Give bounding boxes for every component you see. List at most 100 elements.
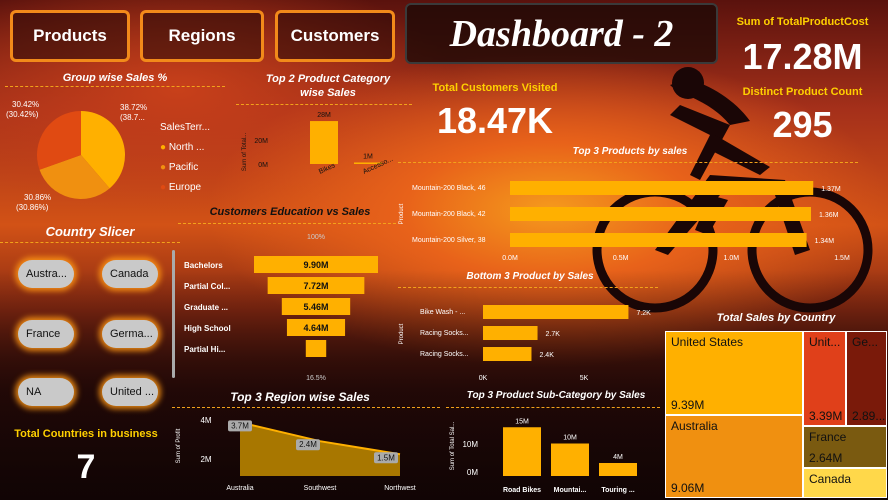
funnel-label: Bachelors bbox=[184, 261, 223, 270]
legend-label: Europe bbox=[168, 182, 202, 193]
data-label: 2.4M bbox=[299, 440, 317, 449]
pie-label-north: 38.72% bbox=[120, 103, 148, 112]
treemap-cell-canada[interactable]: Canada bbox=[803, 468, 887, 498]
bottom3-products-title: Bottom 3 Product by Sales bbox=[466, 271, 594, 282]
customers-visited-label: Total Customers Visited bbox=[432, 82, 558, 94]
x-tick: Mountai... bbox=[554, 487, 587, 494]
bar bbox=[503, 427, 541, 476]
products-nav-button[interactable]: Products bbox=[10, 10, 130, 62]
treemap-cell-united-kingdom[interactable]: Unit... 3.39M bbox=[803, 331, 846, 426]
pie-label-north-2: (38.7... bbox=[120, 113, 145, 122]
bottom3-products-chart: Product Bike Wash - ... 7.2K Racing Socks..… bbox=[399, 305, 651, 382]
slicer-scrollbar[interactable] bbox=[172, 250, 175, 378]
pie-label-pacific-2: (30.86%) bbox=[16, 203, 49, 212]
x-tick: Australia bbox=[226, 485, 253, 492]
group-sales-title: Group wise Sales % bbox=[62, 72, 168, 84]
country-slicer-item[interactable]: Canada bbox=[102, 260, 158, 288]
country-slicer-item[interactable]: France bbox=[18, 320, 74, 348]
bar bbox=[310, 121, 338, 164]
cell-value: 9.39M bbox=[671, 398, 705, 412]
bar bbox=[510, 181, 814, 195]
bar-label: Racing Socks... bbox=[420, 351, 469, 358]
country-slicer-item[interactable]: Germa... bbox=[102, 320, 158, 348]
total-cost-value: 17.28M bbox=[742, 36, 863, 77]
cell-value: 9.06M bbox=[671, 481, 705, 495]
treemap-cell-germany[interactable]: Ge... 2.89... bbox=[846, 331, 887, 426]
bar bbox=[483, 326, 538, 340]
divider bbox=[236, 104, 412, 105]
total-cost-label: Sum of TotalProductCost bbox=[736, 16, 869, 28]
treemap-cell-australia[interactable]: Australia 9.06M bbox=[665, 415, 803, 498]
data-label: 2.7K bbox=[546, 331, 561, 338]
distinct-product-value: 295 bbox=[772, 104, 833, 145]
legend-item-north[interactable]: ● North ... bbox=[160, 138, 204, 158]
legend-item-pacific[interactable]: ● Pacific bbox=[160, 158, 204, 178]
bar bbox=[599, 463, 637, 476]
data-label: 10M bbox=[563, 435, 577, 442]
customers-nav-button[interactable]: Customers bbox=[275, 10, 395, 62]
bar bbox=[551, 443, 589, 476]
title-line-1: Top 2 Product Category bbox=[265, 73, 391, 85]
legend-label: Pacific bbox=[168, 162, 199, 173]
bar bbox=[510, 207, 812, 221]
divider bbox=[172, 407, 440, 408]
legend-dot: ● bbox=[160, 182, 167, 193]
country-slicer-item[interactable]: NA bbox=[18, 378, 74, 406]
country-slicer-item[interactable]: United ... bbox=[102, 378, 158, 406]
group-sales-pie bbox=[37, 111, 126, 199]
y-tick: 2M bbox=[200, 455, 211, 464]
x-tick: 0.0M bbox=[502, 255, 518, 262]
data-label: 4M bbox=[613, 454, 623, 461]
data-label: 2.4K bbox=[539, 352, 554, 359]
bar-label: Mountain-200 Black, 46 bbox=[412, 185, 486, 192]
x-tick: 0K bbox=[479, 375, 488, 382]
regions-nav-button[interactable]: Regions bbox=[140, 10, 264, 62]
divider bbox=[398, 162, 858, 163]
x-tick: Touring ... bbox=[601, 487, 634, 494]
bar-label: Mountain-200 Black, 42 bbox=[412, 211, 486, 218]
y-tick: 20M bbox=[254, 138, 268, 145]
education-funnel-chart: 100% Bachelors 9.90M Partial Col... 7.72M Gra… bbox=[184, 234, 378, 382]
funnel-label: Graduate ... bbox=[184, 303, 228, 312]
country-slicer-item[interactable]: Austra... bbox=[18, 260, 74, 288]
data-label: 3.7M bbox=[231, 421, 249, 430]
x-tick: 5K bbox=[580, 375, 589, 382]
divider bbox=[178, 223, 396, 224]
x-tick: 1.5M bbox=[834, 255, 850, 262]
x-tick: Northwest bbox=[384, 485, 416, 492]
treemap-cell-united-states[interactable]: United States 9.39M bbox=[665, 331, 803, 415]
pie-label-europe-2: (30.42%) bbox=[6, 110, 39, 119]
divider bbox=[0, 242, 180, 243]
cell-value: 2.89... bbox=[852, 409, 886, 423]
data-label: 1.36M bbox=[819, 212, 839, 219]
bar bbox=[483, 347, 532, 361]
legend-item-europe[interactable]: ● Europe bbox=[160, 178, 204, 198]
pie-legend-title: SalesTerr... bbox=[160, 122, 211, 133]
cell-name: France bbox=[809, 430, 847, 444]
distinct-product-label: Distinct Product Count bbox=[742, 86, 863, 98]
cell-value: 2.64M bbox=[809, 451, 843, 465]
divider bbox=[5, 86, 225, 87]
funnel-bar bbox=[305, 340, 327, 357]
bar bbox=[483, 305, 629, 319]
axis-title: Product bbox=[399, 323, 405, 344]
cell-name: Ge... bbox=[852, 335, 879, 349]
y-tick: 10M bbox=[462, 440, 478, 449]
pie-label-pacific: 30.86% bbox=[24, 193, 52, 202]
y-tick: 0M bbox=[258, 162, 268, 169]
divider bbox=[398, 287, 658, 288]
bar bbox=[510, 233, 807, 247]
countries-value: 7 bbox=[76, 448, 96, 486]
data-label: 1.37M bbox=[821, 186, 841, 193]
top3-products-chart: Product Mountain-200 Black, 46 1.37M Mounta… bbox=[399, 181, 850, 262]
funnel-bottom-pct: 16.5% bbox=[306, 375, 326, 382]
legend-dot: ● bbox=[160, 162, 167, 173]
top3-region-title: Top 3 Region wise Sales bbox=[230, 390, 370, 404]
legend-dot: ● bbox=[160, 142, 167, 153]
x-tick: 1.0M bbox=[724, 255, 740, 262]
country-sales-title: Total Sales by Country bbox=[716, 312, 836, 324]
pie-label-europe: 30.42% bbox=[12, 100, 40, 109]
top2-category-title: Top 2 Product Category wise Sales bbox=[248, 72, 408, 100]
funnel-label: Partial Col... bbox=[184, 282, 230, 291]
treemap-cell-france[interactable]: France 2.64M bbox=[803, 426, 887, 468]
